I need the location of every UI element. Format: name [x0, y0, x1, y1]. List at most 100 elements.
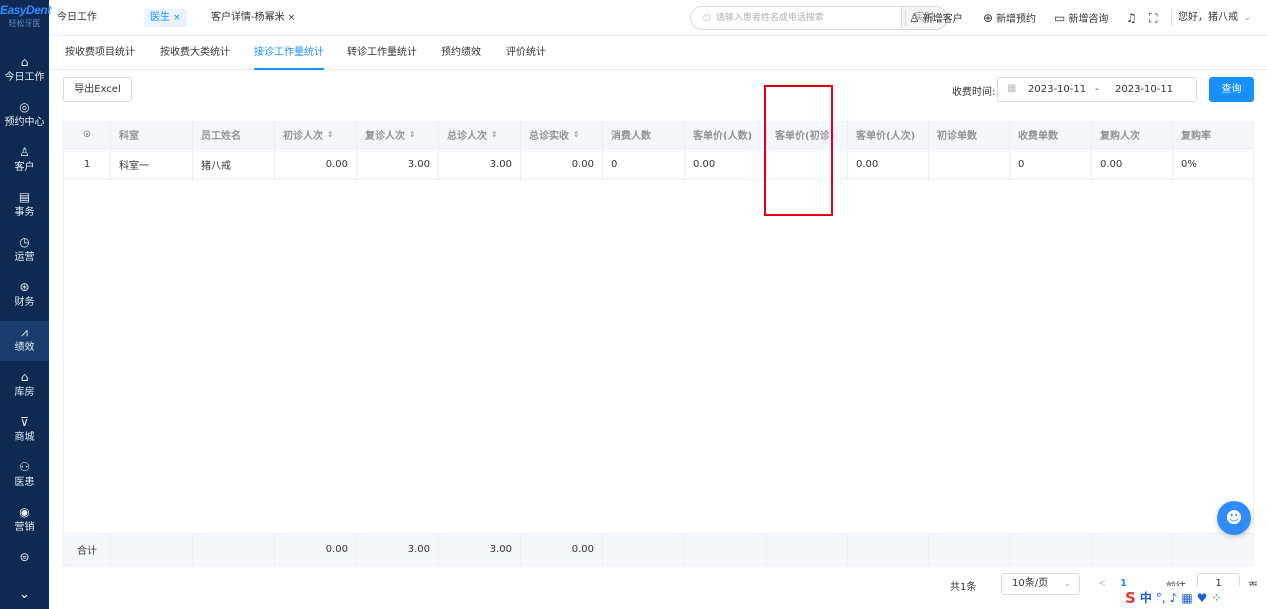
add-consult-button[interactable]: ▭ 新增咨询: [1054, 10, 1108, 26]
summary-cell: [767, 534, 848, 565]
ime-toolbar[interactable]: S 中 °, ♪ ▦ ♥ ⁘: [1121, 586, 1267, 609]
tab-referral-workload[interactable]: 转诊工作量统计: [347, 36, 417, 70]
tab-reception-workload[interactable]: 接诊工作量统计: [254, 36, 324, 70]
chevron-down-icon: ⌄: [1063, 579, 1071, 589]
punctuation-icon[interactable]: °,: [1156, 591, 1166, 605]
sort-icon[interactable]: ⇕: [491, 130, 498, 139]
table-row[interactable]: 1 科室一 猪八戒 0.00 3.00 3.00 0.00 0 0.00 0.0…: [64, 149, 1253, 180]
search-input[interactable]: ○ 请输入患者姓名或电话搜索: [690, 6, 901, 30]
sort-icon[interactable]: ⇕: [409, 130, 416, 139]
top-bar: 今日工作 医生 × 客户详情-杨幂米 × ○ 请输入患者姓名或电话搜索 实时 ♙ 新增客…: [49, 0, 1267, 36]
summary-cell: [603, 534, 685, 565]
gift-icon: ⊜: [19, 550, 30, 564]
date-start[interactable]: 2023-10-11: [1028, 84, 1086, 95]
calendar-icon: ◎: [19, 100, 30, 114]
tab-today-work[interactable]: 今日工作: [51, 9, 103, 27]
sidebar-item-customers[interactable]: ♙ 客户: [0, 141, 49, 181]
sidebar-item-mall[interactable]: ⊽ 商城: [0, 411, 49, 451]
user-menu[interactable]: 您好，猪八戒 ⌄: [1178, 10, 1251, 26]
summary-cell: 3.00: [439, 534, 521, 565]
sidebar-item-warehouse[interactable]: ⌂ 库房: [0, 366, 49, 406]
chevron-down-icon[interactable]: ⌄: [0, 583, 49, 609]
summary-cell: [111, 534, 193, 565]
clock-icon: ◷: [19, 235, 30, 249]
tab-evaluation-stats[interactable]: 评价统计: [506, 36, 546, 70]
add-user-icon: ♙: [909, 11, 920, 25]
date-separator: -: [1095, 84, 1099, 95]
statistics-table: ⊙ 科室 员工姓名 初诊人次 ⇕ 复诊人次 ⇕ 总诊人次 ⇕ 总诊实收 ⇕ 消费人数 客…: [63, 121, 1254, 566]
divider: [905, 10, 906, 26]
chart-icon: ⩘: [21, 325, 28, 339]
sort-icon[interactable]: ⇕: [573, 130, 580, 139]
page-size-select[interactable]: 10条/页 ⌄: [1001, 573, 1080, 595]
date-range-picker[interactable]: ▦ 2023-10-11 - 2023-10-11: [997, 77, 1197, 102]
warehouse-icon: ⌂: [20, 370, 29, 384]
bell-icon[interactable]: ♫: [1126, 10, 1140, 26]
grid-menu-icon[interactable]: ⁘: [1211, 591, 1221, 605]
table-cell: 3.00: [357, 149, 439, 179]
table-cell: [929, 149, 1010, 179]
column-settings-icon[interactable]: ⊙: [64, 121, 111, 148]
close-icon[interactable]: ×: [173, 13, 181, 23]
highlight-annotation-box: [764, 85, 833, 216]
customer-service-icon[interactable]: ☻: [1217, 501, 1251, 535]
column-header: 初诊单数: [929, 121, 1010, 148]
add-customer-button[interactable]: ♙ 新增客户: [909, 10, 963, 26]
table-cell: 0.00: [521, 149, 603, 179]
tab-by-charge-category[interactable]: 按收费大类统计: [160, 36, 230, 70]
skin-icon[interactable]: ♥: [1197, 591, 1208, 605]
tab-doctor[interactable]: 医生 ×: [144, 9, 187, 27]
column-header: 复购人次: [1092, 121, 1173, 148]
table-header: ⊙ 科室 员工姓名 初诊人次 ⇕ 复诊人次 ⇕ 总诊人次 ⇕ 总诊实收 ⇕ 消费人数 客…: [64, 121, 1253, 149]
add-clock-icon: ⊕: [983, 11, 994, 25]
summary-cell: [1010, 534, 1092, 565]
close-icon[interactable]: ×: [288, 13, 296, 23]
sidebar-item-finance[interactable]: ⊛ 财务: [0, 276, 49, 316]
search-icon: ○: [703, 13, 711, 23]
summary-cell: [193, 534, 275, 565]
table-summary-row: 合计 0.00 3.00 3.00 0.00: [64, 533, 1253, 566]
table-cell: 0.00: [685, 149, 767, 179]
sidebar-item-performance[interactable]: ⩘ 绩效: [0, 321, 49, 361]
column-header-sortable[interactable]: 初诊人次 ⇕: [275, 121, 357, 148]
app-logo[interactable]: EasyDent 轻松牙医: [0, 0, 51, 36]
summary-cell: 0.00: [275, 534, 357, 565]
summary-cell: [685, 534, 767, 565]
column-header-sortable[interactable]: 复诊人次 ⇕: [357, 121, 439, 148]
column-header-sortable[interactable]: 总诊人次 ⇕: [439, 121, 521, 148]
column-header: 客单价(人数): [685, 121, 767, 148]
microphone-icon[interactable]: ♪: [1170, 591, 1178, 605]
table-cell: 猪八戒: [193, 149, 275, 179]
sub-tabs: 按收费项目统计 按收费大类统计 接诊工作量统计 转诊工作量统计 预约绩效 评价统…: [49, 36, 1267, 70]
summary-cell: 3.00: [357, 534, 439, 565]
sidebar-item-gift[interactable]: ⊜: [0, 546, 49, 574]
date-filter-label: 收费时间:: [952, 87, 996, 98]
add-appointment-button[interactable]: ⊕ 新增预约: [983, 10, 1036, 26]
fullscreen-icon[interactable]: ⛶: [1149, 10, 1160, 26]
sidebar-item-doctor-patient[interactable]: ⚇ 医患: [0, 456, 49, 496]
date-end[interactable]: 2023-10-11: [1115, 84, 1173, 95]
keyboard-icon[interactable]: ▦: [1181, 591, 1192, 605]
ime-mode[interactable]: 中: [1140, 589, 1152, 606]
query-button[interactable]: 查询: [1209, 77, 1254, 102]
sidebar-item-operations[interactable]: ◷ 运营: [0, 231, 49, 271]
sidebar-item-tasks[interactable]: ▤ 事务: [0, 186, 49, 226]
logo-text: EasyDent: [0, 3, 51, 17]
logo-subtext: 轻松牙医: [8, 19, 41, 28]
sidebar-item-marketing[interactable]: ◉ 营销: [0, 501, 49, 541]
prev-page-button[interactable]: <: [1098, 578, 1106, 589]
calendar-icon: ▦: [1007, 83, 1017, 94]
sidebar-item-appointments[interactable]: ◎ 预约中心: [0, 96, 49, 136]
tab-by-charge-item[interactable]: 按收费项目统计: [65, 36, 135, 70]
column-header: 收费单数: [1010, 121, 1092, 148]
sidebar: EasyDent 轻松牙医 ⌂ 今日工作 ◎ 预约中心 ♙ 客户 ▤ 事务 ◷ 运营 ⊛ 财…: [0, 0, 51, 609]
tab-customer-detail[interactable]: 客户详情-杨幂米 ×: [205, 9, 301, 27]
table-cell: 0.00: [1092, 149, 1173, 179]
tab-appointment-performance[interactable]: 预约绩效: [441, 36, 481, 70]
sort-icon[interactable]: ⇕: [327, 130, 334, 139]
sidebar-item-today-work[interactable]: ⌂ 今日工作: [0, 51, 49, 91]
home-icon: ⌂: [20, 55, 29, 69]
column-header-sortable[interactable]: 总诊实收 ⇕: [521, 121, 603, 148]
column-header: 客单价(人次): [848, 121, 929, 148]
export-excel-button[interactable]: 导出Excel: [63, 77, 132, 102]
